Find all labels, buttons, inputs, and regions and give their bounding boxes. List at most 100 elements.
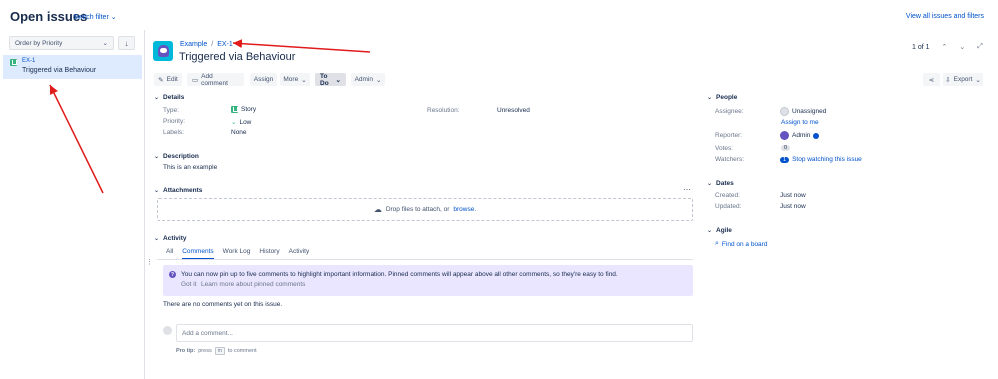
- learn-more-link[interactable]: Learn more about pinned comments: [201, 281, 305, 288]
- assign-to-me-link[interactable]: Assign to me: [781, 119, 819, 126]
- got-it-link[interactable]: Got it: [181, 281, 197, 288]
- tab-history[interactable]: History: [259, 248, 279, 259]
- issue-summary[interactable]: Triggered via Behaviour: [22, 67, 96, 74]
- more-label: More: [283, 76, 299, 83]
- unassigned-avatar-icon: [780, 107, 789, 116]
- details-heading[interactable]: ⌄ Details: [154, 94, 184, 101]
- info-text: You can now pin up to five comments to h…: [181, 271, 618, 278]
- status-button[interactable]: To Do ⌄: [315, 73, 346, 87]
- breadcrumb: Example / EX-1: [180, 41, 233, 48]
- created-label: Created:: [715, 192, 740, 199]
- attachments-heading[interactable]: ⌄ Attachments: [154, 187, 202, 194]
- pro-tip-end: to comment: [227, 348, 257, 354]
- people-heading[interactable]: ⌄ People: [707, 94, 737, 101]
- type-label: Type:: [163, 107, 179, 114]
- pinned-comments-info: ? You can now pin up to five comments to…: [163, 265, 693, 296]
- issue-list-panel: [0, 30, 145, 379]
- expand-icon[interactable]: ⤢: [977, 43, 983, 51]
- browse-link[interactable]: browse.: [453, 206, 476, 213]
- order-by-select[interactable]: Order by Priority ⌄: [9, 36, 114, 50]
- description-heading[interactable]: ⌄ Description: [154, 153, 199, 160]
- admin-button[interactable]: Admin ⌄: [351, 73, 385, 86]
- add-comment-input[interactable]: Add a comment...: [176, 324, 693, 342]
- reporter-value-text[interactable]: Admin: [792, 132, 810, 139]
- view-all-issues-link[interactable]: View all issues and filters: [906, 13, 984, 20]
- pro-tip-key: m: [214, 347, 225, 355]
- tab-all[interactable]: All: [166, 248, 173, 259]
- activity-heading-label: Activity: [163, 235, 187, 242]
- dates-heading[interactable]: ⌄ Dates: [707, 180, 734, 187]
- switch-filter-label: Switch filter: [73, 13, 109, 21]
- more-button[interactable]: More ⌄: [280, 73, 310, 86]
- stop-watching-link[interactable]: Stop watching this issue: [792, 156, 862, 163]
- issue-key[interactable]: EX-1: [22, 58, 35, 64]
- chevron-down-icon: ⌄: [707, 95, 713, 101]
- tab-comments[interactable]: Comments: [182, 248, 214, 259]
- priority-value-text: Low: [239, 118, 252, 126]
- export-label: Export: [953, 76, 973, 83]
- type-value: Story: [231, 106, 256, 113]
- sort-direction-button[interactable]: ↓: [118, 36, 135, 50]
- share-button[interactable]: ⋖: [923, 73, 940, 86]
- votes-label: Votes:: [715, 145, 734, 152]
- description-heading-label: Description: [163, 153, 199, 160]
- search-icon: ⌕: [715, 240, 719, 247]
- updated-label: Updated:: [715, 203, 742, 210]
- tab-activity[interactable]: Activity: [289, 248, 310, 259]
- project-avatar[interactable]: [153, 41, 173, 61]
- chevron-down-icon: ⌄: [110, 14, 117, 21]
- export-button[interactable]: ⇩ Export ⌄: [943, 73, 983, 86]
- agile-heading-label: Agile: [716, 227, 732, 234]
- add-comment-button[interactable]: ▭ Add comment: [187, 73, 244, 87]
- chevron-down-icon: ⌄: [102, 40, 108, 47]
- watchers-label: Watchers:: [715, 156, 745, 163]
- breadcrumb-issue-link[interactable]: EX-1: [217, 41, 233, 48]
- edit-button[interactable]: ✎ Edit: [154, 73, 182, 86]
- chevron-down-icon: ⌄: [975, 76, 981, 84]
- priority-low-icon: ⌄: [231, 119, 237, 126]
- chevron-down-icon[interactable]: ⌄: [959, 43, 965, 51]
- attachment-dropzone[interactable]: ☁ Drop files to attach, or browse.: [157, 198, 693, 221]
- watchers-count[interactable]: 1: [780, 156, 790, 163]
- pro-tip-press: press: [198, 348, 212, 354]
- dates-heading-label: Dates: [716, 180, 734, 187]
- description-text[interactable]: This is an example: [163, 164, 217, 171]
- resize-handle-icon[interactable]: ⋮: [146, 258, 153, 266]
- watchers-value: 1 Stop watching this issue: [780, 156, 862, 163]
- find-on-board-link[interactable]: Find on a board: [722, 241, 768, 248]
- tabs-divider: [157, 259, 693, 260]
- chevron-up-icon[interactable]: ⌃: [942, 43, 948, 51]
- details-heading-label: Details: [163, 94, 185, 101]
- attachments-heading-label: Attachments: [163, 187, 203, 194]
- resolution-label: Resolution:: [427, 107, 460, 114]
- info-icon[interactable]: [813, 132, 820, 139]
- tab-work-log[interactable]: Work Log: [223, 248, 251, 259]
- issue-list-item[interactable]: EX-1 Triggered via Behaviour: [3, 55, 142, 79]
- comment-icon: ▭: [192, 76, 199, 84]
- votes-count[interactable]: 0: [781, 145, 791, 151]
- created-value: Just now: [780, 192, 806, 199]
- issue-title[interactable]: Triggered via Behaviour: [179, 51, 295, 63]
- chevron-down-icon: ⌄: [154, 236, 160, 242]
- avatar: [163, 326, 172, 335]
- labels-value: None: [231, 129, 247, 136]
- chevron-down-icon: ⌄: [707, 228, 713, 234]
- pencil-icon: ✎: [158, 76, 164, 84]
- agile-heading[interactable]: ⌄ Agile: [707, 227, 732, 234]
- chevron-down-icon: ⌄: [154, 188, 160, 194]
- reporter-label: Reporter:: [715, 132, 743, 139]
- assign-button[interactable]: Assign: [250, 73, 277, 86]
- breadcrumb-project-link[interactable]: Example: [180, 41, 207, 48]
- edit-label: Edit: [166, 76, 178, 83]
- assignee-value-text: Unassigned: [792, 108, 827, 115]
- assignee-value: Unassigned: [780, 107, 826, 116]
- switch-filter-button[interactable]: Switch filter ⌄: [73, 13, 117, 22]
- order-by-label: Order by Priority: [15, 39, 63, 47]
- assign-label: Assign: [253, 76, 274, 83]
- more-options-icon[interactable]: ⋯: [683, 185, 691, 194]
- activity-heading[interactable]: ⌄ Activity: [154, 235, 187, 242]
- find-on-board[interactable]: ⌕ Find on a board: [715, 240, 767, 248]
- assignee-label: Assignee:: [715, 108, 744, 115]
- annotation-arrows: [49, 39, 371, 194]
- breadcrumb-separator: /: [211, 41, 214, 48]
